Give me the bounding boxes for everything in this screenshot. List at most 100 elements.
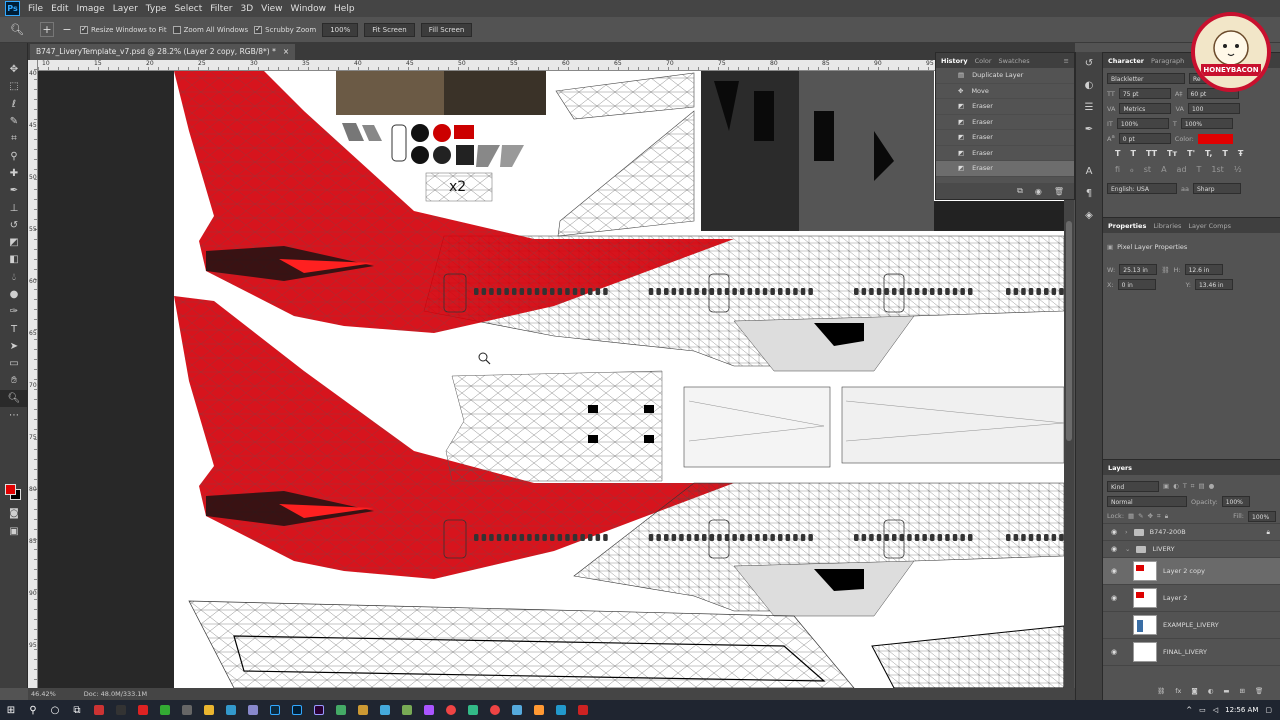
- network-icon[interactable]: ▭: [1199, 706, 1206, 714]
- crop-tool-icon[interactable]: ⌗: [0, 130, 28, 147]
- antialias-select[interactable]: Sharp: [1192, 183, 1241, 194]
- adjustments-icon[interactable]: ☰: [1076, 96, 1102, 118]
- brush-tool-icon[interactable]: ✒: [0, 182, 28, 199]
- app-icon[interactable]: [484, 700, 506, 720]
- move-tool-icon[interactable]: ✥: [0, 61, 28, 78]
- healing-brush-icon[interactable]: ✚: [0, 165, 28, 182]
- app-icon[interactable]: [374, 700, 396, 720]
- zoom-tool-icon[interactable]: 🔍︎: [10, 23, 24, 36]
- app-icon[interactable]: [154, 700, 176, 720]
- layer-group-b747[interactable]: ◉ › B747-200B 🔒︎: [1103, 524, 1280, 541]
- menu-edit[interactable]: Edit: [51, 4, 76, 14]
- swash-button[interactable]: A: [1161, 165, 1166, 175]
- document-canvas[interactable]: x2: [174, 71, 1064, 688]
- height-field[interactable]: 12.6 in: [1184, 264, 1223, 275]
- character-panel-icon[interactable]: A: [1076, 160, 1102, 182]
- shape-tool-icon[interactable]: ▭: [0, 355, 28, 372]
- trash-icon[interactable]: 🗑︎: [1054, 187, 1064, 196]
- expand-arrow-icon[interactable]: ›: [1125, 528, 1128, 536]
- kerning-field[interactable]: Metrics: [1119, 103, 1172, 114]
- new-document-icon[interactable]: ⧉: [1017, 186, 1023, 196]
- app-icon[interactable]: [176, 700, 198, 720]
- menu-filter[interactable]: Filter: [210, 4, 240, 14]
- visibility-eye-icon[interactable]: ◉: [1109, 567, 1119, 575]
- search-icon[interactable]: ⚲: [22, 700, 44, 720]
- eyedropper-tool-icon[interactable]: ⚲: [0, 147, 28, 164]
- adjustment-layer-icon[interactable]: ◐: [1208, 687, 1214, 695]
- layer-row[interactable]: ◉ Layer 2: [1103, 585, 1280, 612]
- vertical-scale-field[interactable]: 100%: [1116, 118, 1169, 129]
- titling-alt-button[interactable]: T: [1197, 165, 1202, 175]
- notification-icon[interactable]: ▢: [1265, 706, 1272, 714]
- hand-tool-icon[interactable]: ✋︎: [0, 372, 28, 389]
- ordinals-button[interactable]: 1st: [1211, 165, 1223, 175]
- new-group-icon[interactable]: ▬: [1223, 687, 1229, 695]
- menu-select[interactable]: Select: [174, 4, 210, 14]
- history-item[interactable]: ◩ Eraser: [936, 99, 1074, 115]
- color-panel-icon[interactable]: ◐: [1076, 74, 1102, 96]
- old-style-button[interactable]: ℴ: [1130, 165, 1134, 175]
- app-icon[interactable]: [132, 700, 154, 720]
- all-caps-button[interactable]: TT: [1146, 149, 1157, 159]
- discretionary-ligature-button[interactable]: st: [1144, 165, 1151, 175]
- clock[interactable]: 12:56 AM: [1225, 706, 1258, 714]
- visibility-eye-icon[interactable]: ◉: [1109, 594, 1119, 602]
- layer-row-selected[interactable]: ◉ Layer 2 copy: [1103, 558, 1280, 585]
- superscript-button[interactable]: T': [1187, 149, 1195, 159]
- link-icon[interactable]: ⛓: [1161, 266, 1169, 274]
- blur-tool-icon[interactable]: 💧︎: [0, 269, 28, 286]
- strikethrough-button[interactable]: Ŧ: [1238, 149, 1243, 159]
- screen-mode-icon[interactable]: ▣: [0, 523, 28, 540]
- fractions-button[interactable]: ½: [1234, 165, 1242, 175]
- dodge-tool-icon[interactable]: ●: [0, 286, 28, 303]
- x-field[interactable]: 0 in: [1117, 279, 1156, 290]
- menu-view[interactable]: View: [261, 4, 290, 14]
- app-icon[interactable]: [88, 700, 110, 720]
- visibility-eye-icon[interactable]: ◉: [1109, 528, 1119, 536]
- scrubby-zoom-checkbox[interactable]: ✓ Scrubby Zoom: [254, 25, 316, 34]
- eraser-tool-icon[interactable]: ◩: [0, 234, 28, 251]
- tab-libraries[interactable]: Libraries: [1153, 222, 1181, 230]
- premiere-icon[interactable]: [308, 700, 330, 720]
- zoom-readout[interactable]: 46.42%: [31, 690, 56, 698]
- fx-icon[interactable]: fx: [1175, 687, 1181, 695]
- scrollbar-thumb[interactable]: [1066, 221, 1072, 441]
- menu-layer[interactable]: Layer: [113, 4, 146, 14]
- app-icon[interactable]: [110, 700, 132, 720]
- close-icon[interactable]: ×: [283, 47, 289, 57]
- mask-icon[interactable]: ◙: [1191, 687, 1197, 695]
- layer-filter-select[interactable]: Kind: [1107, 481, 1159, 492]
- photoshop-icon[interactable]: [286, 700, 308, 720]
- windows-start-icon[interactable]: ⊞: [0, 700, 22, 720]
- baseline-field[interactable]: 0 pt: [1118, 133, 1171, 144]
- paragraph-panel-icon[interactable]: ¶: [1076, 182, 1102, 204]
- chrome-icon[interactable]: [440, 700, 462, 720]
- app-icon[interactable]: [572, 700, 594, 720]
- app-icon[interactable]: [330, 700, 352, 720]
- history-panel-icon[interactable]: ↺: [1076, 52, 1102, 74]
- font-size-field[interactable]: 75 pt: [1118, 88, 1171, 99]
- brush-panel-icon[interactable]: ✒: [1076, 118, 1102, 140]
- zoom-all-checkbox[interactable]: Zoom All Windows: [172, 25, 248, 34]
- tracking-field[interactable]: 100: [1187, 103, 1240, 114]
- tab-paragraph[interactable]: Paragraph: [1151, 57, 1184, 65]
- tab-history[interactable]: History: [941, 57, 968, 65]
- history-item[interactable]: ◩ Eraser: [936, 115, 1074, 130]
- faux-bold-button[interactable]: T: [1115, 149, 1120, 159]
- menu-type[interactable]: Type: [146, 4, 175, 14]
- faux-italic-button[interactable]: T: [1130, 149, 1135, 159]
- layer-group-livery[interactable]: ◉ ⌄ LIVERY: [1103, 541, 1280, 558]
- zoom-100-button[interactable]: 100%: [322, 22, 359, 37]
- menu-image[interactable]: Image: [77, 4, 113, 14]
- app-icon[interactable]: [242, 700, 264, 720]
- lock-icons[interactable]: ▦✎✥⌗🔒︎: [1128, 512, 1172, 521]
- tab-swatches[interactable]: Swatches: [999, 57, 1030, 65]
- panel-menu-icon[interactable]: ≡: [1064, 57, 1069, 65]
- foreground-color-swatch[interactable]: [5, 484, 16, 495]
- menu-help[interactable]: Help: [334, 4, 363, 14]
- history-item[interactable]: ◩ Eraser: [936, 130, 1074, 146]
- app-icon[interactable]: [396, 700, 418, 720]
- layer-row[interactable]: EXAMPLE_LIVERY: [1103, 612, 1280, 639]
- history-item[interactable]: ▤ Duplicate Layer: [936, 68, 1074, 84]
- underline-button[interactable]: T: [1222, 149, 1227, 159]
